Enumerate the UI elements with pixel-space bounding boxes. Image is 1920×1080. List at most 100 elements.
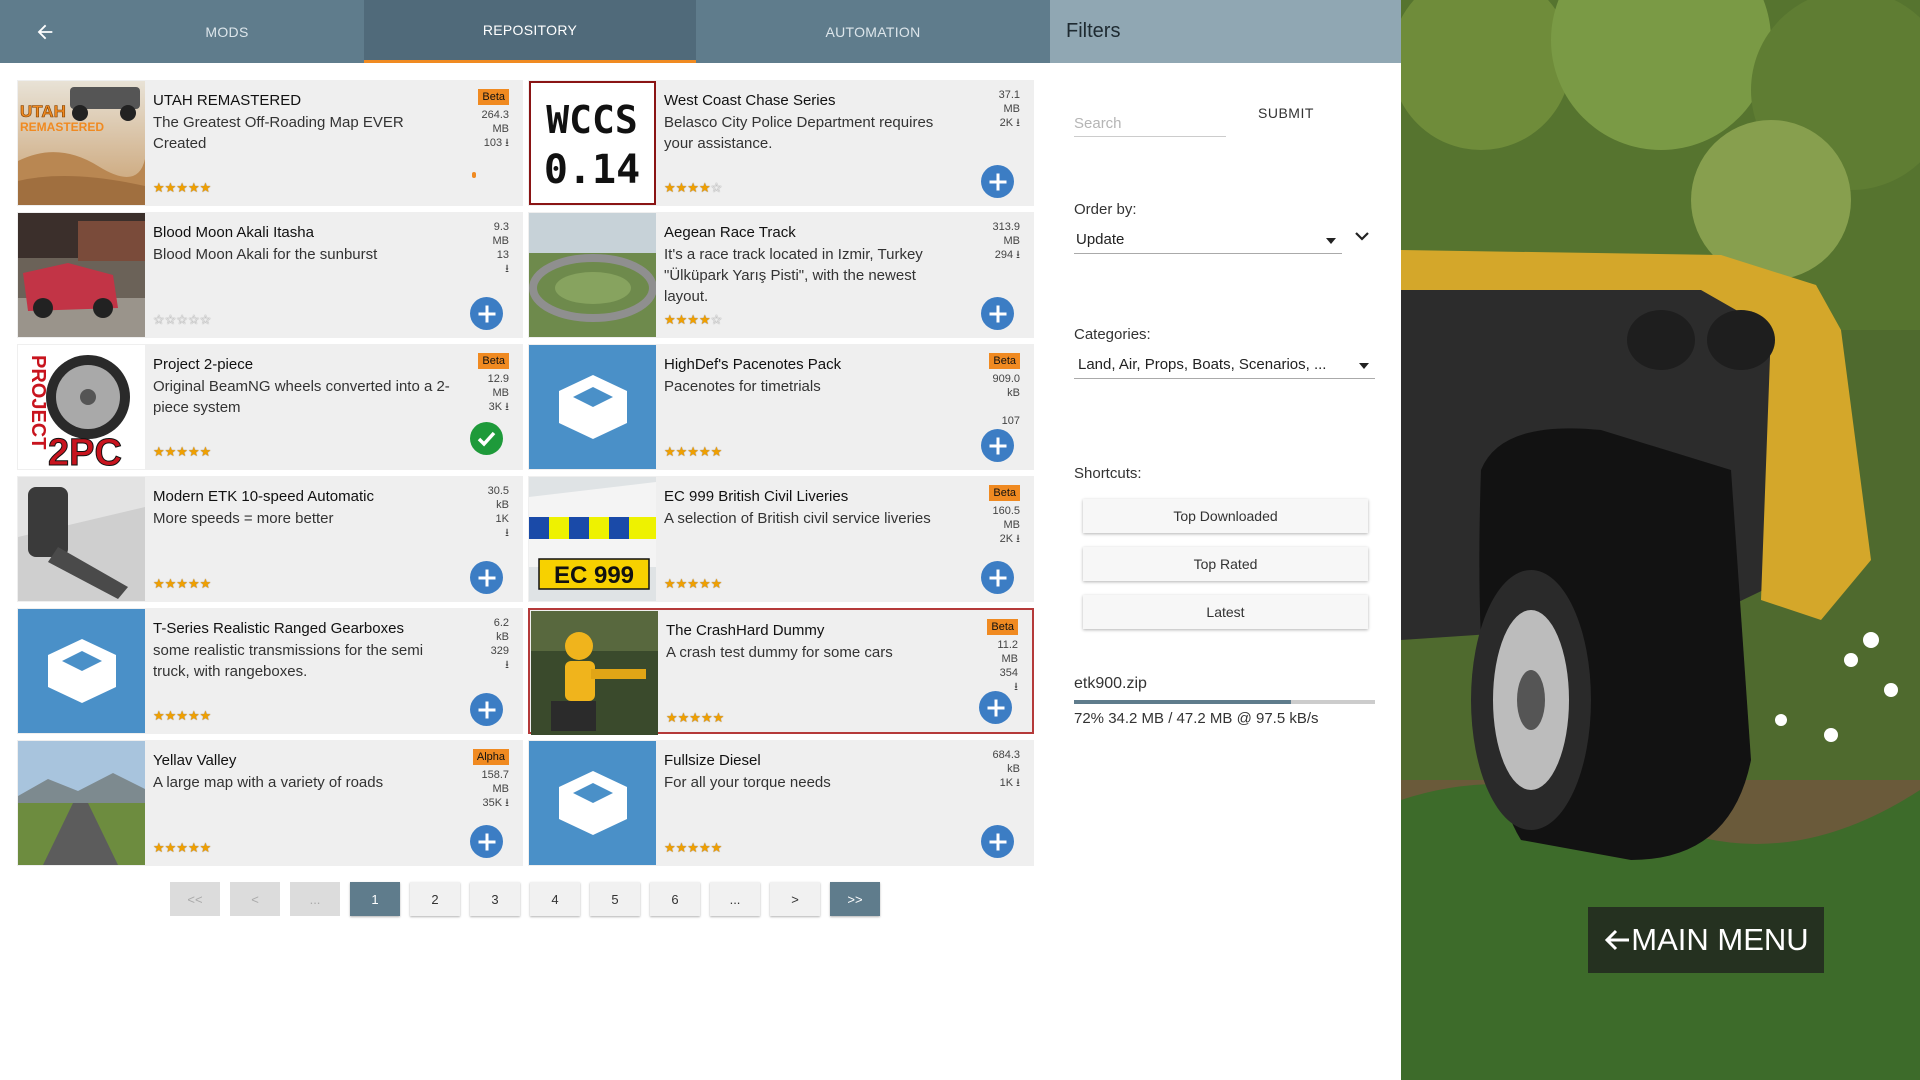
order-by-value: Update	[1076, 231, 1125, 248]
mod-title[interactable]: EC 999 British Civil Liveries	[664, 488, 848, 505]
tab-repository[interactable]: REPOSITORY	[364, 0, 696, 63]
rating-stars: ★★★★★	[664, 576, 723, 591]
chevron-down-icon[interactable]	[1354, 231, 1370, 243]
mod-title[interactable]: Aegean Race Track	[664, 224, 796, 241]
page-button-5[interactable]: 5	[590, 882, 640, 916]
add-mod-button[interactable]	[979, 691, 1012, 724]
status-badge: Beta	[987, 619, 1018, 635]
mod-card[interactable]: EC 999 EC 999 British Civil Liveries A s…	[528, 476, 1034, 602]
status-badge: Beta	[989, 485, 1020, 501]
mod-title[interactable]: Project 2-piece	[153, 356, 253, 373]
download-icon: ⭳	[505, 137, 509, 149]
latest-button[interactable]: Latest	[1083, 595, 1368, 629]
top-navigation-bar: MODS REPOSITORY AUTOMATION	[0, 0, 1050, 63]
search-input[interactable]	[1074, 111, 1226, 137]
mod-card[interactable]: T-Series Realistic Ranged Gearboxes some…	[17, 608, 523, 734]
mod-title[interactable]: The CrashHard Dummy	[666, 622, 824, 639]
add-mod-button[interactable]	[981, 165, 1014, 198]
mod-card[interactable]: Fullsize Diesel For all your torque need…	[528, 740, 1034, 866]
mod-title[interactable]: Modern ETK 10-speed Automatic	[153, 488, 374, 505]
page-button-3[interactable]: 3	[470, 882, 520, 916]
mod-title[interactable]: HighDef's Pacenotes Pack	[664, 356, 841, 373]
add-mod-button[interactable]	[981, 561, 1014, 594]
mod-thumbnail	[529, 213, 656, 337]
page-button-1[interactable]: 1	[350, 882, 400, 916]
page-button-4[interactable]: 4	[530, 882, 580, 916]
mod-thumbnail	[18, 477, 145, 601]
status-badge: Beta	[478, 89, 509, 105]
tab-automation[interactable]: AUTOMATION	[696, 0, 1050, 63]
mod-title[interactable]: Blood Moon Akali Itasha	[153, 224, 314, 241]
download-icon: ⭳	[505, 797, 509, 809]
categories-select[interactable]: Land, Air, Props, Boats, Scenarios, ...	[1074, 353, 1375, 379]
rating-stars: ★★★★★	[153, 708, 212, 723]
mod-size: 909.0 kB 107	[992, 373, 1020, 427]
pager-ellipsis-left: ...	[290, 882, 340, 916]
mod-description: A crash test dummy for some cars	[666, 644, 893, 661]
last-page-button[interactable]: >>	[830, 882, 880, 916]
back-button[interactable]	[0, 0, 90, 63]
mod-size: 313.9 MB 294 ⭳	[992, 221, 1020, 261]
mod-card-selected[interactable]: The CrashHard Dummy A crash test dummy f…	[528, 608, 1034, 735]
download-icon: ⭳	[505, 527, 509, 539]
next-page-button[interactable]: >	[770, 882, 820, 916]
mod-card[interactable]: Blood Moon Akali Itasha Blood Moon Akali…	[17, 212, 523, 338]
mod-card[interactable]: WCCS 0.14 West Coast Chase Series Belasc…	[528, 80, 1034, 206]
placeholder-box-icon	[529, 345, 656, 469]
mod-title[interactable]: Fullsize Diesel	[664, 752, 761, 769]
order-by-label: Order by:	[1074, 201, 1137, 218]
add-mod-button[interactable]	[470, 297, 503, 330]
mod-title[interactable]: UTAH REMASTERED	[153, 92, 301, 109]
dropdown-caret-icon	[1359, 363, 1369, 369]
add-mod-button[interactable]	[470, 561, 503, 594]
mod-size: 6.2 kB 329 ⭳	[490, 617, 509, 671]
top-downloaded-button[interactable]: Top Downloaded	[1083, 499, 1368, 533]
installed-check-icon	[470, 422, 503, 455]
mod-card[interactable]: PROJECT 2PC Project 2-piece Original Bea…	[17, 344, 523, 470]
mod-title[interactable]: Yellav Valley	[153, 752, 236, 769]
main-menu-button[interactable]: MAIN MENU	[1588, 907, 1824, 973]
svg-text:UTAH: UTAH	[20, 102, 66, 121]
page-button-2[interactable]: 2	[410, 882, 460, 916]
placeholder-box-icon	[18, 609, 145, 733]
svg-text:REMASTERED: REMASTERED	[20, 120, 104, 134]
mod-thumbnail	[18, 741, 145, 865]
submit-button[interactable]: SUBMIT	[1258, 105, 1314, 121]
main-menu-label: MAIN MENU	[1631, 922, 1809, 957]
rating-stars: ★★★★★	[153, 180, 212, 195]
download-icon: ⭳	[1016, 533, 1020, 545]
prev-page-button[interactable]: <	[230, 882, 280, 916]
mod-card[interactable]: Yellav Valley A large map with a variety…	[17, 740, 523, 866]
mod-description: Belasco City Police Department requires …	[664, 114, 934, 152]
mod-description: More speeds = more better	[153, 510, 334, 527]
mod-title[interactable]: West Coast Chase Series	[664, 92, 835, 109]
page-button-6[interactable]: 6	[650, 882, 700, 916]
add-mod-button[interactable]	[981, 429, 1014, 462]
mod-card[interactable]: UTAH REMASTERED UTAH REMASTERED The Grea…	[17, 80, 523, 206]
add-mod-button[interactable]	[981, 825, 1014, 858]
rating-stars: ★★★★★	[664, 444, 723, 459]
first-page-button[interactable]: <<	[170, 882, 220, 916]
categories-label: Categories:	[1074, 326, 1151, 343]
mod-description: It's a race track located in Izmir, Turk…	[664, 246, 923, 305]
mod-title[interactable]: T-Series Realistic Ranged Gearboxes	[153, 620, 404, 637]
status-badge: Beta	[989, 353, 1020, 369]
rating-stars: ★★★★☆	[664, 312, 723, 327]
pager-ellipsis-right: ...	[710, 882, 760, 916]
mod-thumbnail: UTAH REMASTERED	[18, 81, 145, 205]
mod-thumbnail	[18, 213, 145, 337]
order-by-select[interactable]: Update	[1074, 228, 1342, 254]
add-mod-button[interactable]	[981, 297, 1014, 330]
mod-card[interactable]: Modern ETK 10-speed Automatic More speed…	[17, 476, 523, 602]
mod-card[interactable]: HighDef's Pacenotes Pack Pacenotes for t…	[528, 344, 1034, 470]
mod-description: Blood Moon Akali for the sunburst	[153, 246, 378, 263]
categories-value: Land, Air, Props, Boats, Scenarios, ...	[1078, 356, 1327, 373]
add-mod-button[interactable]	[470, 825, 503, 858]
add-mod-button[interactable]	[470, 693, 503, 726]
mod-description: Pacenotes for timetrials	[664, 378, 821, 395]
tab-mods[interactable]: MODS	[90, 0, 364, 63]
mod-card[interactable]: Aegean Race Track It's a race track loca…	[528, 212, 1034, 338]
download-progress-indicator	[472, 172, 476, 178]
mod-description: A large map with a variety of roads	[153, 774, 384, 791]
top-rated-button[interactable]: Top Rated	[1083, 547, 1368, 581]
